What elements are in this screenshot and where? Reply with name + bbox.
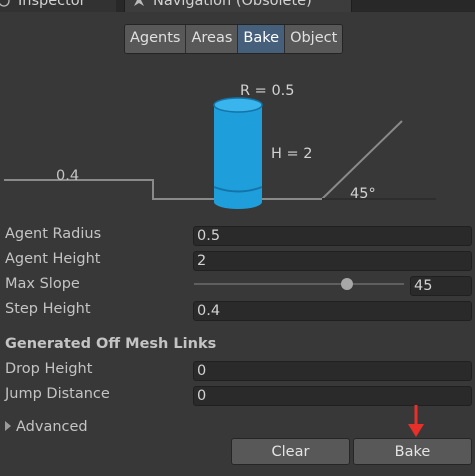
max-slope-label: Max Slope — [5, 276, 80, 292]
step-height-field[interactable]: 0.4 — [193, 301, 472, 321]
window-tab-strip: Inspector Navigation (Obsolete) — [0, 0, 475, 12]
drop-height-field[interactable]: 0 — [193, 361, 472, 381]
foldout-arrow-icon — [5, 421, 11, 431]
slope-angle-label: 45° — [350, 186, 376, 202]
clear-button[interactable]: Clear — [231, 438, 350, 465]
max-slope-slider-track[interactable] — [194, 283, 404, 285]
radius-label: R = 0.5 — [240, 83, 295, 99]
tab-areas[interactable]: Areas — [186, 25, 239, 53]
agent-cylinder — [213, 97, 263, 209]
navigation-mode-toolbar: Agents Areas Bake Object — [124, 24, 344, 54]
step-height-label: 0.4 — [56, 168, 79, 184]
jump-distance-field[interactable]: 0 — [193, 386, 472, 406]
drop-height-label: Drop Height — [5, 361, 93, 377]
max-slope-slider-thumb[interactable] — [341, 278, 353, 290]
advanced-foldout-label: Advanced — [16, 419, 88, 435]
tab-bake[interactable]: Bake — [238, 25, 286, 53]
inspector-tab[interactable]: Inspector — [0, 0, 116, 12]
navigation-icon — [134, 0, 144, 6]
max-slope-field[interactable]: 45 — [410, 276, 472, 296]
navigation-tab[interactable]: Navigation (Obsolete) — [124, 0, 352, 12]
step-height-label: Step Height — [5, 301, 91, 317]
agent-height-field[interactable]: 2 — [193, 251, 472, 271]
advanced-foldout[interactable]: Advanced — [5, 417, 88, 437]
agent-height-label: Agent Height — [5, 251, 101, 267]
tab-agents[interactable]: Agents — [125, 25, 187, 53]
annotation-arrow-icon — [408, 405, 424, 437]
ground-outline — [4, 120, 403, 200]
tab-object[interactable]: Object — [285, 25, 343, 53]
info-icon — [0, 0, 10, 7]
agent-radius-label: Agent Radius — [5, 226, 102, 242]
inspector-tab-label: Inspector — [18, 0, 86, 9]
navigation-tab-label: Navigation (Obsolete) — [153, 0, 312, 9]
agent-size-diagram: 0.4 R = 0.5 H = 2 45° — [4, 83, 436, 209]
agent-height-label: H = 2 — [271, 146, 313, 162]
off-mesh-links-heading: Generated Off Mesh Links — [5, 336, 217, 352]
jump-distance-label: Jump Distance — [5, 386, 110, 402]
agent-radius-field[interactable]: 0.5 — [193, 226, 472, 246]
bake-button[interactable]: Bake — [353, 438, 472, 465]
